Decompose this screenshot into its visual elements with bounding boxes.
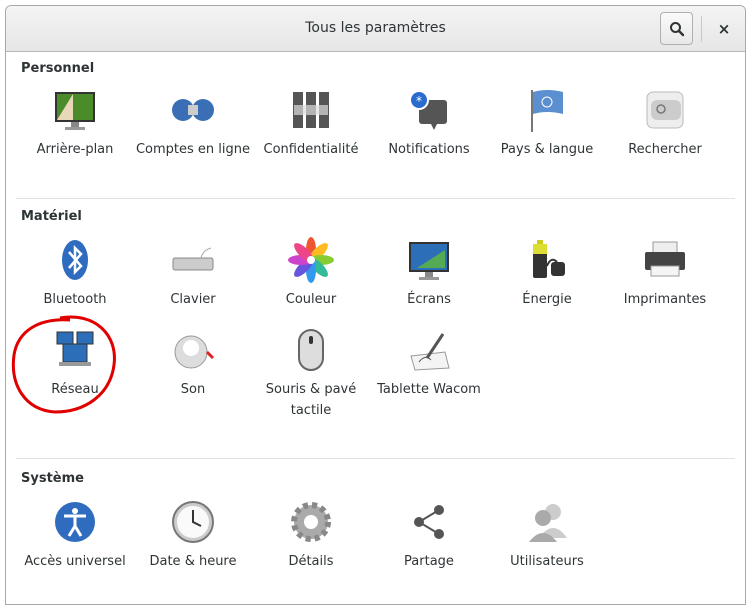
clock-icon [172,501,214,543]
item-label: Arrière-plan [36,142,114,157]
item-label: Comptes en ligne [135,142,251,157]
settings-item-color[interactable]: Couleur [252,236,370,310]
settings-window: Tous les paramètres × Personnel Arrière-p… [5,5,746,605]
window-title: Tous les paramètres [305,20,446,36]
item-label: Détails [288,554,334,569]
background-icon [55,92,95,130]
settings-item-users[interactable]: Utilisateurs [488,498,606,572]
close-button[interactable]: × [712,17,736,41]
share-icon [414,505,444,539]
users-icon [529,504,567,542]
item-label: Son [180,382,206,397]
online-accounts-icon [172,99,214,121]
header-bar: Tous les paramètres × [6,6,745,52]
search-button[interactable] [660,12,693,45]
settings-item-wacom-tablet[interactable]: Tablette Wacom [370,326,488,400]
sound-icon [174,335,215,369]
settings-item-background[interactable]: Arrière-plan [16,86,134,160]
item-label: Clavier [170,292,216,307]
settings-item-clock[interactable]: Date & heure [134,498,252,572]
wacom-tablet-icon [410,333,450,371]
mouse-icon [298,329,324,371]
item-label: Notifications [388,142,470,157]
settings-item-accessibility[interactable]: Accès universel [16,498,134,572]
search-icon [669,21,684,36]
item-label: Imprimantes [623,292,707,307]
item-label: Utilisateurs [510,554,584,569]
region-flag-icon [531,90,563,132]
settings-item-region-flag[interactable]: Pays & langue [488,86,606,160]
accessibility-icon [55,502,95,542]
item-label: Partage [404,554,454,569]
section-title: Système [21,471,84,486]
item-label: Réseau [51,382,99,397]
section-title: Personnel [21,61,95,76]
item-label: Accès universel [24,554,126,569]
item-label: Souris & pavé tactile [265,382,357,418]
item-label: Confidentialité [263,142,359,157]
item-label: Couleur [285,292,337,307]
settings-item-online-accounts[interactable]: Comptes en ligne [134,86,252,160]
item-label: Bluetooth [43,292,107,307]
settings-item-share[interactable]: Partage [370,498,488,572]
svg-text:*: * [416,94,422,108]
bluetooth-icon [62,240,88,280]
item-label: Tablette Wacom [377,382,481,397]
color-icon [288,237,334,283]
search-settings-icon [646,91,684,129]
item-label: Énergie [522,292,572,307]
keyboard-icon [172,247,214,271]
settings-item-notifications[interactable]: * Notifications [370,86,488,160]
item-label: Rechercher [628,142,702,157]
settings-item-privacy[interactable]: Confidentialité [252,86,370,160]
section-title: Matériel [21,209,82,224]
settings-item-keyboard[interactable]: Clavier [134,236,252,310]
notifications-icon: * [409,90,447,130]
settings-item-display[interactable]: Écrans [370,236,488,310]
settings-item-printer[interactable]: Imprimantes [606,236,724,310]
header-separator [701,16,702,42]
section-divider [16,198,735,199]
gear-icon [291,502,331,542]
item-label: Écrans [407,292,451,307]
settings-item-gear[interactable]: Détails [252,498,370,572]
section-divider [16,458,735,459]
item-label: Pays & langue [500,142,594,157]
settings-item-sound[interactable]: Son [134,326,252,400]
settings-item-mouse[interactable]: Souris & pavé tactile [252,326,370,421]
settings-item-power[interactable]: Énergie [488,236,606,310]
privacy-icon [293,92,329,128]
power-icon [533,240,565,278]
settings-item-network[interactable]: Réseau [16,326,134,400]
settings-item-search-settings[interactable]: Rechercher [606,86,724,160]
settings-item-bluetooth[interactable]: Bluetooth [16,236,134,310]
printer-icon [645,241,685,277]
network-icon [56,331,94,366]
item-label: Date & heure [149,554,237,569]
display-icon [409,242,449,280]
